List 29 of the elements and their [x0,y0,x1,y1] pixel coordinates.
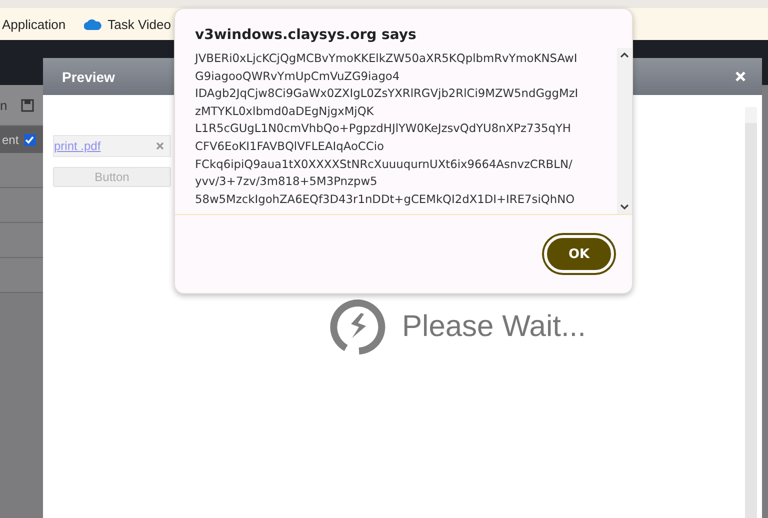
scroll-up-icon[interactable] [620,52,629,58]
message-text: yvv/3+7zv/3m818+5M3Pnzpw5 [195,173,378,190]
message-text: FCkq6ipiQ9aua1tX0XXXXStNRcXuuuqurnUXt6ix9664AsnvzCRBLN/ [195,156,572,173]
list-row [0,188,43,223]
scrollbar[interactable] [617,48,632,214]
message-text: 58w5MzckIgohZA6EQf3D43r1nDDt+gCEMkQI2dX1DI+IRE7siQhNO [195,190,575,208]
list-row [0,223,43,258]
message-text: zMTYKL0xlbmd0aDEgNjgxMjQK [195,102,374,120]
ok-button[interactable]: OK [544,235,614,273]
toolbar-label: n [0,98,8,112]
bookmark-link[interactable]: Application [2,16,66,32]
save-icon[interactable] [21,98,34,112]
dialog-title: v3windows.claysys.org says [195,26,416,44]
message-text: CFV6EoKI1FAVBQlVFLEAIqAoCCio [195,138,384,155]
cloud-icon [84,18,102,30]
loading-text: Please Wait... [402,310,586,344]
scroll-down-icon[interactable] [620,204,629,210]
close-icon[interactable] [735,71,746,82]
remove-icon[interactable] [156,142,164,150]
checkbox[interactable] [24,134,36,146]
message-text: G9iagooQWRvYmUpCmVuZG9iago4 [195,68,400,85]
message-text: IDAgb2JqCjw8Ci9GaWx0ZXIgL0ZsYXRlRGVjb2RlCi9MZW5ndGggMzI [195,85,578,102]
preview-title: Preview [62,68,115,84]
message-text: JVBERi0xLjcKCjQgMCBvYmoKKElkZW50aXR5KQplbmRvYmoKNSAwI [195,50,578,67]
scrollbar[interactable] [745,107,757,518]
list-row [0,153,43,188]
message-text: L1R5cGUgL1N0cmVhbQo+PgpzdHJlYW0KeJzsvQdYU8nXPz735qYH [195,120,571,138]
bookmark-link[interactable]: Task Video [84,16,171,32]
option-label: ent [2,132,19,146]
